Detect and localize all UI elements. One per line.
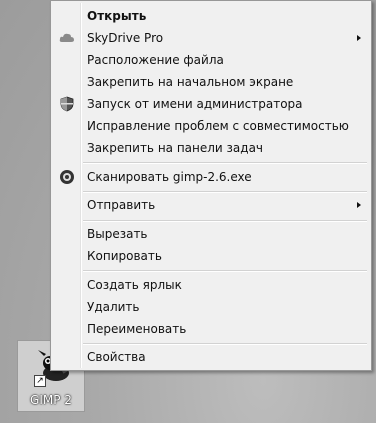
menu-item-label: Копировать (87, 249, 162, 263)
uac-shield-icon (60, 96, 74, 112)
menu-item-send-to[interactable]: Отправить (53, 194, 369, 216)
menu-item-label: Открыть (87, 9, 147, 23)
menu-item-pin-start[interactable]: Закрепить на начальном экране (53, 71, 369, 93)
menu-item-run-as-admin[interactable]: Запуск от имени администратора (53, 93, 369, 115)
menu-item-open[interactable]: Открыть (53, 5, 369, 27)
shortcut-arrow-icon: ↗ (34, 375, 46, 387)
submenu-arrow-icon (357, 202, 361, 208)
menu-item-troubleshoot[interactable]: Исправление проблем с совместимостью (53, 115, 369, 137)
menu-item-label: Сканировать gimp-2.6.exe (87, 170, 252, 184)
menu-item-label: Запуск от имени администратора (87, 97, 303, 111)
menu-item-scan[interactable]: Сканировать gimp-2.6.exe (53, 166, 369, 188)
menu-item-label: Закрепить на панели задач (87, 141, 264, 155)
menu-item-delete[interactable]: Удалить (53, 296, 369, 318)
menu-separator (83, 343, 367, 345)
cloud-icon (59, 33, 74, 42)
menu-separator (83, 162, 367, 164)
menu-item-label: Отправить (87, 198, 156, 212)
menu-item-label: Свойства (87, 350, 146, 364)
menu-item-label: Создать ярлык (87, 278, 182, 292)
menu-item-rename[interactable]: Переименовать (53, 318, 369, 340)
menu-item-label: SkyDrive Pro (87, 31, 164, 45)
menu-item-cut[interactable]: Вырезать (53, 223, 369, 245)
submenu-arrow-icon (357, 35, 361, 41)
menu-item-create-shortcut[interactable]: Создать ярлык (53, 274, 369, 296)
menu-item-label: Вырезать (87, 227, 148, 241)
antivirus-icon (60, 170, 74, 184)
menu-item-label: Удалить (87, 300, 140, 314)
menu-item-label: Переименовать (87, 322, 187, 336)
context-menu: Открыть SkyDrive Pro Расположение файла … (50, 0, 372, 371)
desktop-icon-label: GIMP 2 (30, 393, 72, 407)
menu-item-label: Исправление проблем с совместимостью (87, 119, 349, 133)
menu-item-copy[interactable]: Копировать (53, 245, 369, 267)
menu-separator (83, 191, 367, 193)
menu-item-file-location[interactable]: Расположение файла (53, 49, 369, 71)
menu-separator (83, 270, 367, 272)
menu-separator (83, 220, 367, 222)
menu-item-label: Расположение файла (87, 53, 224, 67)
menu-item-skydrive-pro[interactable]: SkyDrive Pro (53, 27, 369, 49)
menu-item-label: Закрепить на начальном экране (87, 75, 294, 89)
menu-item-properties[interactable]: Свойства (53, 346, 369, 368)
menu-item-pin-taskbar[interactable]: Закрепить на панели задач (53, 137, 369, 159)
